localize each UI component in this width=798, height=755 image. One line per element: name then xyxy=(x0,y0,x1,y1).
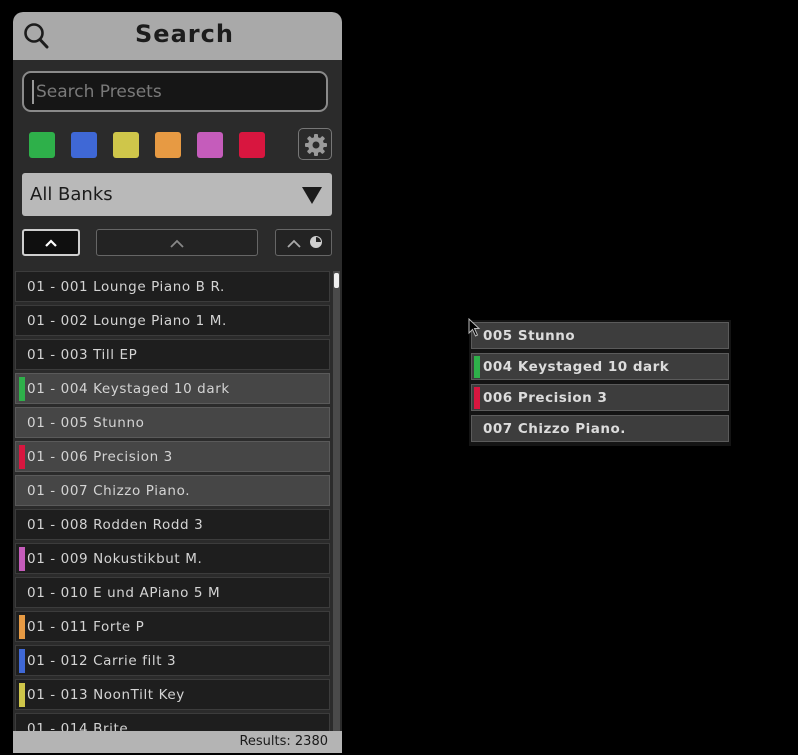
dragged-preset-name: 006 Precision 3 xyxy=(483,390,608,406)
preset-name: 01 - 001 Lounge Piano B R. xyxy=(27,279,225,295)
sort-by-recent-button[interactable] xyxy=(275,229,332,256)
preset-list[interactable]: 01 - 001 Lounge Piano B R. 01 - 002 Loung… xyxy=(13,271,342,731)
dropdown-arrow-icon xyxy=(302,187,322,204)
color-filter-yellow[interactable] xyxy=(113,132,139,158)
chevron-up-icon xyxy=(170,239,184,248)
mouse-cursor-icon xyxy=(468,318,481,337)
preset-name: 01 - 005 Stunno xyxy=(27,415,145,431)
preset-row[interactable]: 01 - 006 Precision 3 xyxy=(15,441,330,472)
drag-selection[interactable]: 005 Stunno 004 Keystaged 10 dark 006 Preci… xyxy=(469,320,731,446)
preset-row[interactable]: 01 - 010 E und APiano 5 M xyxy=(15,577,330,608)
preset-row[interactable]: 01 - 002 Lounge Piano 1 M. xyxy=(15,305,330,336)
bank-select-value: All Banks xyxy=(30,184,113,205)
preset-row[interactable]: 01 - 001 Lounge Piano B R. xyxy=(15,271,330,302)
bank-select[interactable]: All Banks xyxy=(22,173,332,216)
preset-name: 01 - 004 Keystaged 10 dark xyxy=(27,381,230,397)
scrollbar-track[interactable] xyxy=(333,271,340,731)
settings-button[interactable] xyxy=(298,128,332,160)
panel-title: Search xyxy=(135,20,234,48)
dragged-preset-name: 005 Stunno xyxy=(483,328,576,344)
preset-name: 01 - 006 Precision 3 xyxy=(27,449,173,465)
preset-name: 01 - 002 Lounge Piano 1 M. xyxy=(27,313,227,329)
preset-row[interactable]: 01 - 004 Keystaged 10 dark xyxy=(15,373,330,404)
color-filter-red[interactable] xyxy=(239,132,265,158)
sort-toggle-button[interactable] xyxy=(96,229,258,256)
preset-name: 01 - 003 Till EP xyxy=(27,347,138,363)
preset-row[interactable]: 01 - 014 Brite xyxy=(15,713,330,731)
preset-name: 01 - 011 Forte P xyxy=(27,619,145,635)
color-tag xyxy=(474,356,480,378)
preset-name: 01 - 012 Carrie filt 3 xyxy=(27,653,177,669)
color-filter-green[interactable] xyxy=(29,132,55,158)
search-input[interactable] xyxy=(32,80,316,104)
preset-row[interactable]: 01 - 008 Rodden Rodd 3 xyxy=(15,509,330,540)
color-tag xyxy=(19,615,25,639)
preset-row[interactable]: 01 - 009 Nokustikbut M. xyxy=(15,543,330,574)
dragged-preset-row[interactable]: 006 Precision 3 xyxy=(471,384,729,411)
preset-name: 01 - 010 E und APiano 5 M xyxy=(27,585,221,601)
preset-row[interactable]: 01 - 013 NoonTilt Key xyxy=(15,679,330,710)
preset-row[interactable]: 01 - 011 Forte P xyxy=(15,611,330,642)
recent-sort-icon xyxy=(287,236,322,248)
preset-name: 01 - 007 Chizzo Piano. xyxy=(27,483,191,499)
dragged-preset-row[interactable]: 004 Keystaged 10 dark xyxy=(471,353,729,380)
preset-search-panel: Search All Banks xyxy=(13,12,342,753)
dragged-preset-row[interactable]: 007 Chizzo Piano. xyxy=(471,415,729,442)
dragged-preset-name: 004 Keystaged 10 dark xyxy=(483,359,670,375)
dragged-preset-row[interactable]: 005 Stunno xyxy=(471,322,729,349)
color-tag xyxy=(19,377,25,401)
sort-ascending-button[interactable] xyxy=(22,229,80,256)
preset-name: 01 - 009 Nokustikbut M. xyxy=(27,551,203,567)
search-header: Search xyxy=(13,12,342,60)
dragged-preset-name: 007 Chizzo Piano. xyxy=(483,421,626,437)
preset-row[interactable]: 01 - 005 Stunno xyxy=(15,407,330,438)
color-tag xyxy=(474,387,480,409)
preset-row[interactable]: 01 - 007 Chizzo Piano. xyxy=(15,475,330,506)
search-box[interactable] xyxy=(22,71,328,112)
preset-row[interactable]: 01 - 003 Till EP xyxy=(15,339,330,370)
color-tag xyxy=(19,547,25,571)
color-tag xyxy=(19,649,25,673)
color-filter-magenta[interactable] xyxy=(197,132,223,158)
search-icon[interactable] xyxy=(23,22,49,50)
results-count: Results: 2380 xyxy=(239,734,328,749)
preset-name: 01 - 014 Brite xyxy=(27,721,129,731)
scrollbar-thumb[interactable] xyxy=(334,273,339,288)
color-tag xyxy=(19,683,25,707)
preset-name: 01 - 013 NoonTilt Key xyxy=(27,687,185,703)
preset-name: 01 - 008 Rodden Rodd 3 xyxy=(27,517,204,533)
chevron-up-icon xyxy=(45,239,57,247)
color-filter-blue[interactable] xyxy=(71,132,97,158)
color-filter-orange[interactable] xyxy=(155,132,181,158)
gear-icon xyxy=(305,134,327,156)
color-tag xyxy=(19,445,25,469)
results-footer: Results: 2380 xyxy=(13,731,342,753)
preset-row[interactable]: 01 - 012 Carrie filt 3 xyxy=(15,645,330,676)
